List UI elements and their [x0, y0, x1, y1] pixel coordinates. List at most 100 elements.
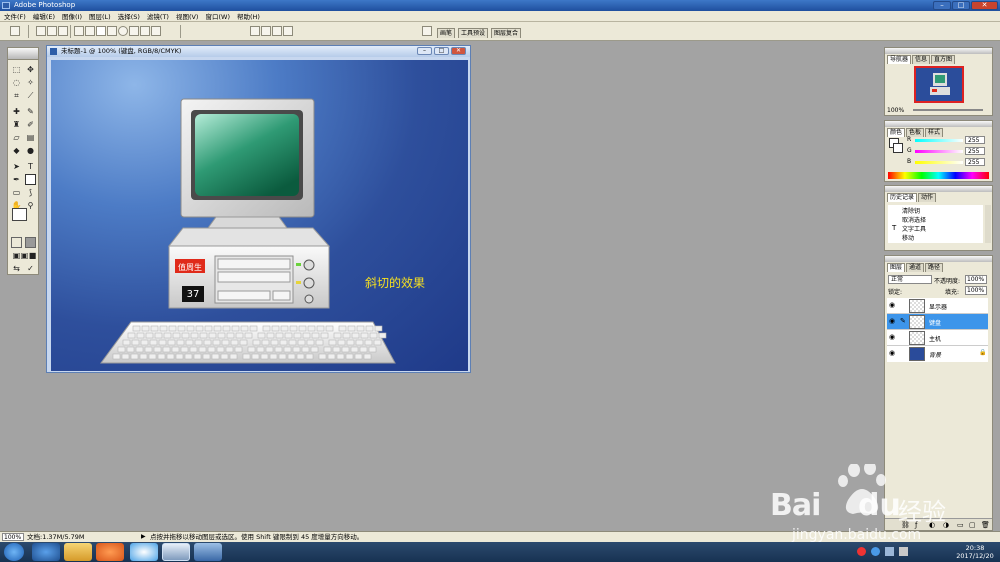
- path-selection-icon[interactable]: ➤: [11, 161, 22, 172]
- navigator-zoom[interactable]: 100%: [887, 107, 904, 114]
- shape-exclude-icon[interactable]: [283, 26, 293, 36]
- history-item[interactable]: 文字工具: [902, 224, 926, 233]
- eye-icon[interactable]: ◉: [889, 333, 895, 341]
- ellipse-icon[interactable]: [118, 26, 128, 36]
- history-item[interactable]: 取消选择: [902, 215, 926, 224]
- custom-shape-icon[interactable]: [151, 26, 161, 36]
- pen-tool-icon[interactable]: ✒: [11, 174, 22, 185]
- lasso-tool-icon[interactable]: ◌: [11, 77, 22, 88]
- status-arrow-icon[interactable]: ▶: [141, 532, 146, 542]
- tab-history[interactable]: 历史记录: [887, 193, 918, 202]
- imageready-icon[interactable]: ✓: [25, 263, 36, 274]
- eyedropper-icon[interactable]: ⟆: [25, 187, 36, 198]
- new-selection-icon[interactable]: [36, 26, 46, 36]
- fill-input[interactable]: 100%: [965, 286, 987, 295]
- color-ramp[interactable]: [888, 172, 989, 179]
- palette-well-icon[interactable]: [422, 26, 432, 36]
- doc-minimize-button[interactable]: –: [417, 47, 432, 55]
- dodge-tool-icon[interactable]: ●: [25, 145, 36, 156]
- channel-g-value[interactable]: 255: [965, 147, 985, 155]
- eye-icon[interactable]: ◉: [889, 349, 895, 357]
- slice-tool-icon[interactable]: ⟋: [25, 90, 36, 101]
- status-zoom[interactable]: 100%: [2, 533, 24, 541]
- channel-b-slider[interactable]: [915, 161, 963, 164]
- eye-icon[interactable]: ◉: [889, 301, 895, 309]
- magic-wand-icon[interactable]: ✧: [25, 77, 36, 88]
- foreground-color-swatch[interactable]: [12, 208, 27, 221]
- layer-row[interactable]: ◉ 显示器: [887, 298, 988, 314]
- menu-window[interactable]: 窗口(W): [205, 11, 230, 21]
- channel-b-value[interactable]: 255: [965, 158, 985, 166]
- channel-r-value[interactable]: 255: [965, 136, 985, 144]
- photoshop-taskbar-icon[interactable]: [162, 543, 190, 561]
- new-layer-icon[interactable]: ▢: [969, 521, 976, 529]
- rounded-rectangle-icon[interactable]: [107, 26, 117, 36]
- history-brush-icon[interactable]: ✐: [25, 119, 36, 130]
- rectangle-shape-icon[interactable]: [96, 26, 106, 36]
- doc-close-button[interactable]: ✕: [451, 47, 466, 55]
- menu-edit[interactable]: 编辑(E): [33, 11, 55, 21]
- add-selection-icon[interactable]: [47, 26, 57, 36]
- quick-mask-icon[interactable]: [25, 237, 36, 248]
- type-tool-icon[interactable]: T: [25, 161, 36, 172]
- tab-color[interactable]: 颜色: [887, 128, 906, 137]
- image-canvas[interactable]: 值周生 37 斜切的效果: [51, 60, 468, 371]
- screen-mode-black-icon[interactable]: ■: [27, 250, 38, 261]
- tab-channels[interactable]: 通道: [906, 263, 925, 272]
- freeform-pen-icon[interactable]: [85, 26, 95, 36]
- tab-info[interactable]: 信息: [912, 55, 931, 64]
- rectangle-tool-icon[interactable]: [25, 174, 36, 185]
- brush-tool-icon[interactable]: ✎: [25, 106, 36, 117]
- healing-brush-icon[interactable]: ✚: [11, 106, 22, 117]
- pen-icon[interactable]: [74, 26, 84, 36]
- start-button[interactable]: [4, 543, 24, 561]
- eraser-tool-icon[interactable]: ▱: [11, 132, 22, 143]
- gradient-tool-icon[interactable]: ▤: [25, 132, 36, 143]
- tab-tool-presets[interactable]: 工具预设: [458, 28, 489, 38]
- panel-header[interactable]: [885, 186, 992, 192]
- shape-intersect-icon[interactable]: [272, 26, 282, 36]
- delete-layer-icon[interactable]: 🗑: [981, 521, 990, 529]
- blur-tool-icon[interactable]: ◆: [11, 145, 22, 156]
- channel-r-slider[interactable]: [915, 139, 963, 142]
- menu-help[interactable]: 帮助(H): [237, 11, 260, 21]
- navigator-zoom-slider[interactable]: [913, 109, 983, 111]
- eye-icon[interactable]: ◉: [889, 317, 895, 325]
- panel-header[interactable]: [885, 48, 992, 54]
- line-icon[interactable]: [140, 26, 150, 36]
- shape-subtract-icon[interactable]: [261, 26, 271, 36]
- tab-paths[interactable]: 路径: [925, 263, 944, 272]
- clock[interactable]: 20:38 2017/12/20: [955, 544, 995, 560]
- tab-brushes[interactable]: 画笔: [437, 28, 456, 38]
- clone-stamp-icon[interactable]: ♜: [11, 119, 22, 130]
- navigator-thumbnail[interactable]: [914, 66, 964, 103]
- opacity-input[interactable]: 100%: [965, 275, 987, 284]
- document-title-bar[interactable]: 未标题-1 @ 100% (键盘, RGB/8/CMYK) – □ ✕: [47, 46, 470, 57]
- tab-navigator[interactable]: 导航器: [887, 55, 912, 64]
- subtract-selection-icon[interactable]: [58, 26, 68, 36]
- toolbox-header[interactable]: [8, 48, 38, 60]
- maximize-button[interactable]: □: [952, 1, 970, 10]
- crop-tool-icon[interactable]: ⌗: [11, 90, 22, 101]
- layer-row-selected[interactable]: ◉ ✎ 键盘: [887, 314, 988, 330]
- notes-tool-icon[interactable]: ▭: [11, 187, 22, 198]
- shape-combine-icon[interactable]: [250, 26, 260, 36]
- media-player-taskbar-icon[interactable]: [96, 543, 124, 561]
- polygon-icon[interactable]: [129, 26, 139, 36]
- layer-row[interactable]: ◉ 主机: [887, 330, 988, 346]
- history-item[interactable]: 清除钥: [902, 206, 920, 215]
- tab-actions[interactable]: 动作: [918, 193, 937, 202]
- tab-layer-comps[interactable]: 图层复合: [491, 28, 522, 38]
- panel-header[interactable]: [885, 256, 992, 262]
- window-taskbar-icon[interactable]: [194, 543, 222, 561]
- tab-layers[interactable]: 图层: [887, 263, 906, 272]
- jump-to-imageready-icon[interactable]: ⇆: [11, 263, 22, 274]
- ie-taskbar-icon[interactable]: [32, 543, 60, 561]
- move-tool-icon[interactable]: ✥: [25, 64, 36, 75]
- tool-preset-button[interactable]: [10, 26, 20, 36]
- minimize-button[interactable]: –: [933, 1, 951, 10]
- menu-view[interactable]: 视图(V): [176, 11, 199, 21]
- blend-mode-select[interactable]: 正常: [888, 275, 932, 284]
- menu-image[interactable]: 图像(I): [62, 11, 82, 21]
- channel-g-slider[interactable]: [915, 150, 963, 153]
